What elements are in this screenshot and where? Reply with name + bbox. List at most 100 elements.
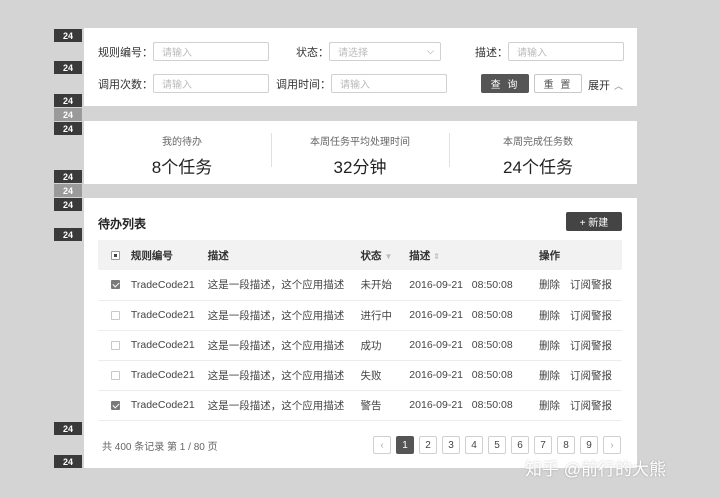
- delete-link[interactable]: 删除: [539, 400, 560, 412]
- subscribe-alert-link[interactable]: 订阅警报: [570, 279, 612, 291]
- stat-value: 24个任务: [503, 158, 573, 177]
- cell-actions: 删除 订阅警报: [539, 270, 622, 300]
- row-select-cell: [98, 300, 131, 330]
- reset-button[interactable]: 重 置: [534, 74, 582, 93]
- cell-description: 这是一段描述，这个应用描述: [207, 369, 345, 382]
- chevron-down-icon: ⌵: [427, 46, 434, 56]
- call-time-input[interactable]: 请输入: [331, 74, 447, 93]
- cell-datetime: 2016-09-21 08:50:08: [409, 300, 539, 330]
- row-select-cell: [98, 270, 131, 300]
- page-button[interactable]: 1: [396, 436, 414, 454]
- call-count-input[interactable]: 请输入: [153, 74, 269, 93]
- filter-icon[interactable]: ▼: [385, 252, 393, 261]
- page-button[interactable]: 2: [419, 436, 437, 454]
- cell-actions: 删除 订阅警报: [539, 360, 622, 390]
- delete-link[interactable]: 删除: [539, 370, 560, 382]
- spacing-marker: 24: [54, 184, 82, 197]
- col-status[interactable]: 状态 ▼: [361, 240, 410, 270]
- select-all-checkbox[interactable]: [111, 250, 120, 260]
- delete-link[interactable]: 删除: [539, 279, 560, 291]
- call-time-field: 调用时间： 请输入: [276, 74, 447, 93]
- row-checkbox[interactable]: [111, 400, 120, 410]
- delete-link[interactable]: 删除: [539, 310, 560, 322]
- cell-date: 2016-09-21: [409, 339, 464, 351]
- row-checkbox[interactable]: [111, 280, 120, 290]
- stat-title: 本周完成任务数: [503, 137, 573, 148]
- cell-time: 08:50:08: [471, 339, 513, 351]
- row-checkbox[interactable]: [111, 370, 120, 380]
- subscribe-alert-link[interactable]: 订阅警报: [570, 340, 612, 352]
- subscribe-alert-link[interactable]: 订阅警报: [570, 370, 612, 382]
- cell-time: 08:50:08: [471, 399, 513, 411]
- spacing-marker: 24: [54, 198, 82, 211]
- page-button[interactable]: 5: [488, 436, 506, 454]
- spacing-marker: 24: [54, 61, 82, 74]
- call-time-label: 调用时间：: [276, 78, 331, 91]
- pagination-total: 共 400 条记录 第 1 / 80 页: [102, 442, 218, 453]
- cell-actions: 删除 订阅警报: [539, 330, 622, 360]
- new-button[interactable]: + 新建: [566, 212, 622, 231]
- cell-date: 2016-09-21: [409, 399, 464, 411]
- cell-datetime: 2016-09-21 08:50:08: [409, 360, 539, 390]
- select-all-cell: [98, 240, 131, 270]
- row-checkbox[interactable]: [111, 310, 120, 320]
- description-field: 描述： 请输入: [475, 42, 624, 61]
- stat-my-todo: 我的待办 8个任务: [93, 121, 271, 184]
- row-select-cell: [98, 390, 131, 420]
- rule-code-input[interactable]: 请输入: [153, 42, 269, 61]
- status-field: 状态： 请选择 ⌵: [296, 42, 441, 61]
- stat-value: 8个任务: [151, 158, 213, 177]
- row-select-cell: [98, 360, 131, 390]
- col-status-label: 状态: [360, 249, 382, 262]
- expand-toggle[interactable]: 展开 ︿: [588, 77, 623, 93]
- description-placeholder: 请输入: [517, 48, 547, 59]
- cell-datetime: 2016-09-21 08:50:08: [409, 390, 539, 420]
- status-select[interactable]: 请选择 ⌵: [329, 42, 441, 61]
- next-page-icon[interactable]: ›: [603, 436, 621, 454]
- spacing-marker: 24: [54, 228, 82, 241]
- cell-description: 这是一段描述，这个应用描述: [207, 279, 345, 292]
- pagination: ‹ 1 2 3 4 5 6 7 8 9 ›: [373, 436, 621, 454]
- page-button[interactable]: 7: [534, 436, 552, 454]
- call-count-field: 调用次数： 请输入: [98, 74, 269, 93]
- subscribe-alert-link[interactable]: 订阅警报: [570, 400, 612, 412]
- col-desc-sort[interactable]: 描述 ⇕: [409, 240, 539, 270]
- call-count-label: 调用次数：: [98, 78, 153, 91]
- cell-time: 08:50:08: [471, 278, 513, 291]
- cell-date: 2016-09-21: [409, 369, 464, 381]
- spacing-marker: 24: [54, 122, 82, 135]
- cell-description: 这是一段描述，这个应用描述: [207, 339, 345, 352]
- page-button[interactable]: 9: [580, 436, 598, 454]
- delete-link[interactable]: 删除: [539, 340, 560, 352]
- description-input[interactable]: 请输入: [508, 42, 624, 61]
- table-row: TradeCode21 这是一段描述，这个应用描述 成功 2016-09-21 08:…: [98, 330, 622, 360]
- spacing-marker: 24: [54, 94, 82, 107]
- cell-datetime: 2016-09-21 08:50:08: [409, 270, 539, 300]
- col-description: 描述: [207, 249, 229, 262]
- status-label: 状态：: [296, 46, 329, 59]
- prev-page-icon[interactable]: ‹: [373, 436, 391, 454]
- table-row: TradeCode21 这是一段描述，这个应用描述 失败 2016-09-21 08:…: [98, 360, 622, 390]
- cell-status: 成功: [360, 339, 382, 352]
- sort-icon[interactable]: ⇕: [433, 252, 440, 261]
- cell-datetime: 2016-09-21 08:50:08: [409, 330, 539, 360]
- query-button[interactable]: 查 询: [481, 74, 529, 93]
- cell-rule-code: TradeCode21: [130, 309, 195, 321]
- page-button[interactable]: 6: [511, 436, 529, 454]
- table-header-row: 规则编号 描述 状态 ▼ 描述 ⇕ 操作: [98, 240, 622, 270]
- spacing-marker: 24: [54, 108, 82, 121]
- cell-rule-code: TradeCode21: [130, 278, 195, 291]
- cell-status: 未开始: [360, 279, 393, 292]
- call-count-placeholder: 请输入: [162, 80, 192, 91]
- cell-rule-code: TradeCode21: [130, 339, 195, 351]
- page-button[interactable]: 8: [557, 436, 575, 454]
- subscribe-alert-link[interactable]: 订阅警报: [570, 310, 612, 322]
- page-button[interactable]: 4: [465, 436, 483, 454]
- stats-panel: 我的待办 8个任务 本周任务平均处理时间 32分钟 本周完成任务数 24个任务: [84, 121, 637, 184]
- todo-table: 规则编号 描述 状态 ▼ 描述 ⇕ 操作 TradeCode21 这是一段描述，这个应…: [98, 240, 622, 421]
- cell-actions: 删除 订阅警报: [539, 390, 622, 420]
- cell-rule-code: TradeCode21: [130, 369, 195, 381]
- row-checkbox[interactable]: [111, 340, 120, 350]
- call-time-placeholder: 请输入: [340, 80, 370, 91]
- page-button[interactable]: 3: [442, 436, 460, 454]
